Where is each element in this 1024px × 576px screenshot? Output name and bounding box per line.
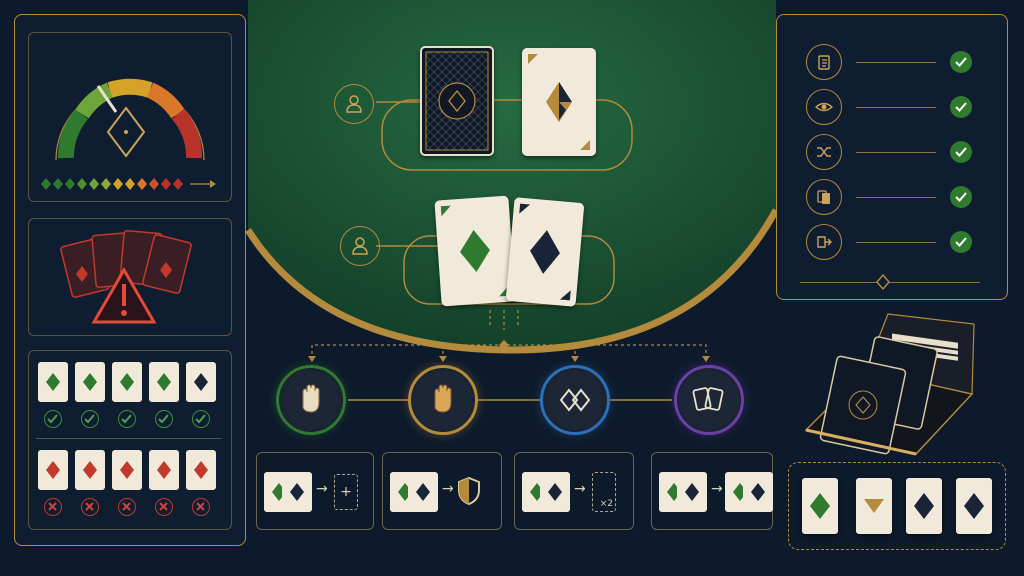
bad-hand-card [75, 450, 105, 490]
check-icon [950, 186, 972, 208]
check-icon [44, 410, 62, 428]
check-icon [81, 410, 99, 428]
split-result-card [677, 472, 707, 512]
check-icon [950, 231, 972, 253]
card-shoe-icon[interactable] [796, 310, 976, 460]
cross-icon [118, 498, 136, 516]
split-cards-icon [692, 387, 724, 411]
double-action-button[interactable] [540, 365, 610, 435]
deck-card-diamond-navy[interactable] [906, 478, 942, 534]
deck-card-diamond-navy[interactable] [956, 478, 992, 534]
bad-hand-card [38, 450, 68, 490]
clipboard-icon[interactable] [806, 44, 842, 80]
double-slot: ×2 [592, 472, 616, 512]
checklist-line [856, 107, 936, 108]
player-card-diamond-navy[interactable] [505, 197, 585, 307]
deck-card-diamond-green[interactable] [802, 478, 838, 534]
good-hand-card [186, 362, 216, 402]
shield-icon [458, 476, 480, 506]
cross-icon [44, 498, 62, 516]
bad-hand-card [149, 450, 179, 490]
hit-result-card [282, 472, 312, 512]
eye-icon[interactable] [806, 89, 842, 125]
good-hand-card [75, 362, 105, 402]
player-card-diamond-green[interactable] [434, 195, 516, 307]
split-hand-card [743, 472, 773, 512]
cross-icon [192, 498, 210, 516]
bust-warning [60, 229, 192, 324]
hit-action-button[interactable] [276, 365, 346, 435]
good-hand-card [112, 362, 142, 402]
arrow-icon: → [316, 481, 328, 497]
arrow-icon: → [711, 481, 723, 497]
check-icon [950, 96, 972, 118]
dealer-card-face-down[interactable] [420, 46, 494, 156]
check-icon [950, 141, 972, 163]
dealer-player-icon [334, 84, 374, 124]
deck-card-triangle-gold[interactable] [856, 478, 892, 534]
arrow-icon: → [442, 481, 454, 497]
checklist-line [856, 242, 936, 243]
double-diamond-icon [559, 388, 591, 412]
double-result-card [540, 472, 570, 512]
check-icon [950, 51, 972, 73]
check-icon [192, 410, 210, 428]
checklist-footer-line [800, 282, 980, 283]
shield-icon [456, 476, 482, 510]
check-icon [155, 410, 173, 428]
checklist-line [856, 62, 936, 63]
good-hand-card [38, 362, 68, 402]
open-hand-icon [302, 384, 320, 413]
cross-icon [155, 498, 173, 516]
ornament-diamond [876, 274, 890, 290]
check-icon [118, 410, 136, 428]
stand-result-card [408, 472, 438, 512]
split-action-button[interactable] [674, 365, 744, 435]
cards-icon[interactable] [806, 179, 842, 215]
hands-divider [36, 438, 222, 439]
checklist-line [856, 152, 936, 153]
bad-hand-card [186, 450, 216, 490]
shuffle-icon[interactable] [806, 134, 842, 170]
new-card-slot: + [334, 474, 358, 510]
dealer-card-diamond-gold[interactable] [522, 48, 596, 156]
gauge-scale-diamonds [41, 178, 216, 190]
raised-hand-icon [434, 384, 452, 413]
player-icon [340, 226, 380, 266]
arrow-icon: → [574, 481, 586, 497]
good-hand-card [149, 362, 179, 402]
checklist-line [856, 197, 936, 198]
stand-action-button[interactable] [408, 365, 478, 435]
bad-hand-card [112, 450, 142, 490]
exit-icon[interactable] [806, 224, 842, 260]
cross-icon [81, 498, 99, 516]
